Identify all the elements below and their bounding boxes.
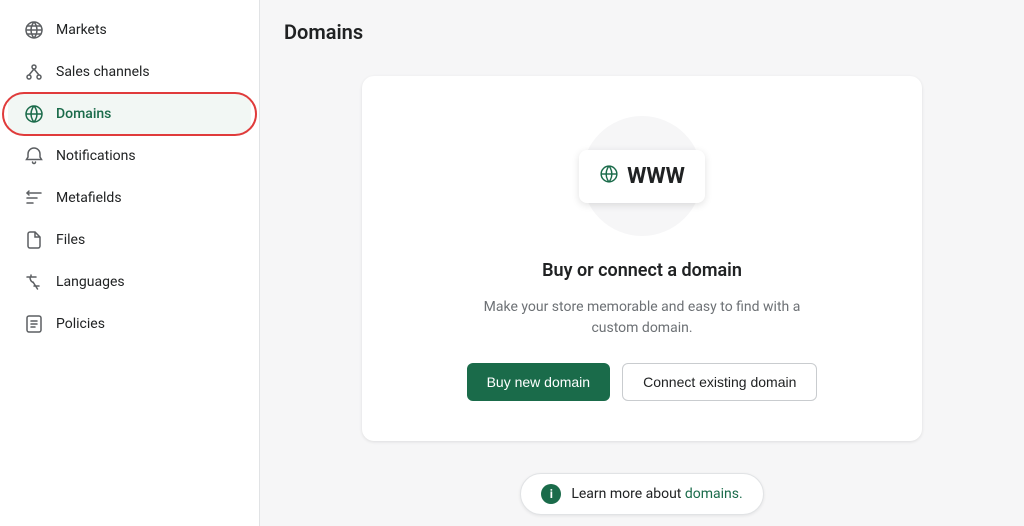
languages-icon bbox=[24, 272, 44, 292]
buy-domain-button[interactable]: Buy new domain bbox=[467, 363, 611, 401]
connect-domain-button[interactable]: Connect existing domain bbox=[622, 363, 817, 401]
domains-main: WWW Buy or connect a domain Make your st… bbox=[260, 56, 1024, 526]
domain-card-title: Buy or connect a domain bbox=[542, 260, 742, 281]
learn-more-pill: i Learn more about domains. bbox=[520, 473, 763, 515]
markets-icon bbox=[24, 20, 44, 40]
sidebar-item-markets-label: Markets bbox=[56, 22, 107, 38]
sidebar-item-policies[interactable]: Policies bbox=[8, 304, 251, 344]
learn-more-text: Learn more about domains. bbox=[571, 486, 742, 502]
domain-icon-wrapper: WWW bbox=[582, 116, 702, 236]
footer-banner: i Learn more about domains. bbox=[520, 461, 763, 526]
metafields-icon bbox=[24, 188, 44, 208]
globe-icon bbox=[599, 164, 619, 188]
sidebar: Markets Sales channels Domains bbox=[0, 0, 260, 526]
sidebar-item-policies-label: Policies bbox=[56, 316, 105, 332]
sidebar-item-notifications-label: Notifications bbox=[56, 148, 136, 164]
info-icon: i bbox=[541, 484, 561, 504]
domain-icon-box: WWW bbox=[579, 150, 705, 203]
sidebar-item-metafields-label: Metafields bbox=[56, 190, 122, 206]
sidebar-item-markets[interactable]: Markets bbox=[8, 10, 251, 50]
sidebar-item-notifications[interactable]: Notifications bbox=[8, 136, 251, 176]
sidebar-item-languages-label: Languages bbox=[56, 274, 125, 290]
domain-card: WWW Buy or connect a domain Make your st… bbox=[362, 76, 922, 441]
sidebar-item-domains-label: Domains bbox=[56, 106, 111, 122]
files-icon bbox=[24, 230, 44, 250]
sales-channels-icon bbox=[24, 62, 44, 82]
sidebar-item-sales-channels-label: Sales channels bbox=[56, 64, 150, 80]
sidebar-item-sales-channels[interactable]: Sales channels bbox=[8, 52, 251, 92]
sidebar-item-files[interactable]: Files bbox=[8, 220, 251, 260]
page-title: Domains bbox=[284, 20, 1000, 44]
domain-card-actions: Buy new domain Connect existing domain bbox=[467, 363, 818, 401]
www-label: WWW bbox=[627, 164, 685, 189]
sidebar-item-metafields[interactable]: Metafields bbox=[8, 178, 251, 218]
info-icon-label: i bbox=[550, 487, 553, 501]
domain-card-description: Make your store memorable and easy to fi… bbox=[472, 297, 812, 339]
domains-link[interactable]: domains. bbox=[685, 486, 743, 502]
main-content-area: Domains WWW Buy or connect a domain Make bbox=[260, 0, 1024, 526]
page-header: Domains bbox=[260, 0, 1024, 56]
domains-icon bbox=[24, 104, 44, 124]
notifications-icon bbox=[24, 146, 44, 166]
learn-more-prefix: Learn more about bbox=[571, 486, 685, 502]
sidebar-item-files-label: Files bbox=[56, 232, 85, 248]
sidebar-item-domains[interactable]: Domains bbox=[8, 94, 251, 134]
policies-icon bbox=[24, 314, 44, 334]
sidebar-item-languages[interactable]: Languages bbox=[8, 262, 251, 302]
